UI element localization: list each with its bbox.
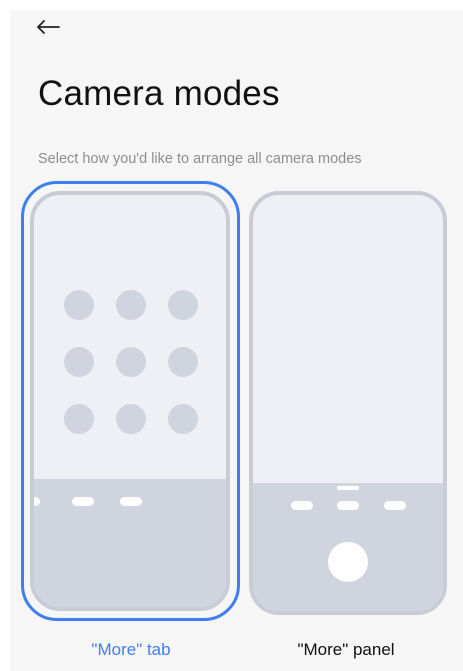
mode-pill <box>384 501 406 510</box>
more-panel-preview <box>249 191 447 615</box>
mode-pill <box>34 497 40 506</box>
mode-pill <box>72 497 94 506</box>
mode-dot <box>116 290 146 320</box>
page-title: Camera modes <box>38 74 280 113</box>
more-panel-label[interactable]: "More" panel <box>297 640 394 660</box>
back-button[interactable] <box>30 12 66 42</box>
mode-bar-preview <box>253 483 443 611</box>
more-tab-preview <box>30 191 230 611</box>
mode-dot <box>116 404 146 434</box>
panel-handle <box>337 486 359 490</box>
shutter-button-preview <box>328 542 368 582</box>
mode-pill <box>120 497 142 506</box>
mode-dot <box>116 347 146 377</box>
page-subtitle: Select how you'd like to arrange all cam… <box>38 151 362 167</box>
more-tab-option[interactable] <box>21 181 240 621</box>
mode-pill <box>291 501 313 510</box>
mode-dot <box>64 290 94 320</box>
mode-dot <box>64 404 94 434</box>
more-tab-label[interactable]: "More" tab <box>91 640 170 660</box>
mode-bar-preview <box>34 479 226 607</box>
more-panel-option[interactable] <box>244 181 450 621</box>
mode-dot <box>168 290 198 320</box>
mode-dot <box>168 347 198 377</box>
mode-dot <box>168 404 198 434</box>
mode-grid-preview <box>64 290 200 434</box>
mode-pill <box>337 501 359 510</box>
arrow-left-icon <box>37 20 60 34</box>
mode-dot <box>64 347 94 377</box>
